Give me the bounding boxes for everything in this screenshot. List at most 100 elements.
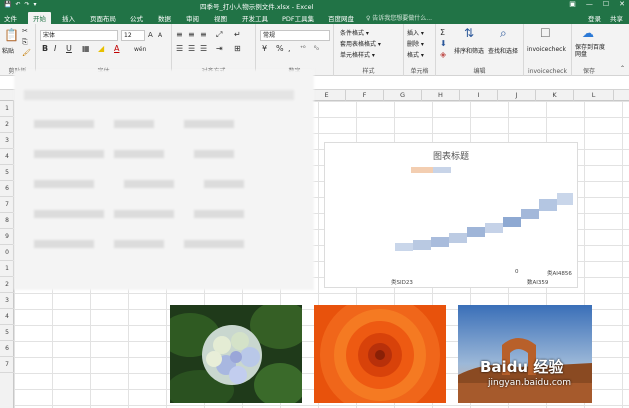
tab-view[interactable]: 视图 [214,13,227,23]
font-size-select[interactable]: 12 [121,30,145,41]
customize-qat-icon[interactable]: ▾ [34,1,37,8]
photo-desert-arch[interactable] [458,305,592,403]
cell-styles-button[interactable]: 单元格样式 ▾ [340,50,375,59]
orientation-icon[interactable]: ⤢ [216,30,222,39]
redo-icon[interactable]: ↷ [25,1,30,8]
tab-insert[interactable]: 插入 [62,13,75,23]
align-left-icon[interactable]: ☰ [176,44,183,53]
border-icon[interactable]: ▦ [82,44,90,53]
row-header[interactable]: 5 [0,165,14,181]
grow-font-icon[interactable]: A [148,31,153,40]
save-icon[interactable]: 💾 [4,1,11,8]
row-header[interactable]: 0 [0,245,14,261]
row-header[interactable]: 6 [0,341,14,357]
photo-chrysanthemum[interactable] [314,305,446,403]
column-header-h[interactable]: H [422,90,460,101]
tab-formulas[interactable]: 公式 [130,13,143,23]
column-header-i[interactable]: I [460,90,498,101]
row-header[interactable]: 1 [0,101,14,117]
font-name-select[interactable]: 宋体 [40,30,118,41]
comma-button[interactable]: , [288,44,291,53]
tab-data[interactable]: 数据 [158,13,171,23]
row-header[interactable]: 5 [0,325,14,341]
collapse-ribbon-icon[interactable]: ⌃ [620,64,625,73]
column-header-l[interactable]: L [574,90,614,101]
tell-me-search[interactable]: ♀ 告诉我您想要做什么... [366,13,432,22]
percent-button[interactable]: % [276,44,284,53]
shrink-font-icon[interactable]: A [158,31,162,40]
invoicecheck-button[interactable]: invoicecheck [527,46,566,53]
paste-icon[interactable]: 📋 [4,28,19,42]
undo-icon[interactable]: ↶ [15,1,20,8]
row-header[interactable]: 3 [0,133,14,149]
row-header[interactable]: 8 [0,213,14,229]
insert-cells-button[interactable]: 插入 ▾ [407,28,424,37]
align-bottom-icon[interactable]: ≡ [200,30,207,39]
italic-button[interactable]: I [54,44,56,53]
column-header-k[interactable]: K [536,90,574,101]
format-cells-button[interactable]: 格式 ▾ [407,50,424,59]
share-button[interactable]: 共享 [610,13,623,23]
format-painter-icon[interactable]: 🖌 [22,49,31,58]
column-header-g[interactable]: G [384,90,422,101]
column-header-j[interactable]: J [498,90,536,101]
align-middle-icon[interactable]: ≡ [188,30,195,39]
invoice-icon[interactable]: ☐ [540,26,551,40]
find-select-icon[interactable]: ⌕ [500,26,507,41]
tab-review[interactable]: 审阅 [186,13,199,23]
row-header[interactable]: 6 [0,181,14,197]
paste-button[interactable]: 粘贴 [2,46,14,55]
format-as-table-button[interactable]: 套用表格格式 ▾ [340,39,381,48]
close-icon[interactable]: ✕ [619,0,625,8]
row-header[interactable]: 7 [0,357,14,373]
tab-file[interactable]: 文件 [4,13,17,23]
merge-center-icon[interactable]: ⊞ [234,44,241,53]
number-format-select[interactable]: 常规 [260,30,330,41]
minimize-icon[interactable]: — [586,0,593,8]
row-header[interactable]: 4 [0,149,14,165]
tab-developer[interactable]: 开发工具 [242,13,268,23]
underline-button[interactable]: U [66,44,72,53]
copy-icon[interactable]: ⎘ [22,38,28,47]
sort-filter-button[interactable]: 排序和筛选 [454,46,484,55]
wrap-text-icon[interactable]: ↵ [234,30,241,39]
tab-home[interactable]: 开始 [28,12,51,24]
bold-button[interactable]: B [42,44,48,53]
autosum-icon[interactable]: Σ [440,28,445,37]
row-header[interactable]: 2 [0,277,14,293]
row-header[interactable]: 3 [0,293,14,309]
conditional-format-button[interactable]: 条件格式 ▾ [340,28,369,37]
font-color-icon[interactable]: A [114,44,119,53]
row-header[interactable]: 1 [0,261,14,277]
align-top-icon[interactable]: ≡ [176,30,183,39]
cut-icon[interactable]: ✂ [22,27,28,36]
tab-baidu-netdisk[interactable]: 百度网盘 [328,13,354,23]
row-header[interactable]: 4 [0,309,14,325]
save-to-baidu-button[interactable]: 保存到百度网盘 [575,44,607,58]
decrease-decimal-icon[interactable]: ⁰₀ [314,44,319,53]
align-right-icon[interactable]: ☰ [200,44,207,53]
maximize-icon[interactable]: ☐ [603,0,609,8]
row-header[interactable]: 7 [0,197,14,213]
find-select-button[interactable]: 查找和选择 [488,46,518,55]
column-header-f[interactable]: F [346,90,384,101]
sign-in-link[interactable]: 登录 [588,13,601,23]
clear-icon[interactable]: ◈ [440,50,446,59]
increase-decimal-icon[interactable]: ⁺⁰ [300,44,306,53]
tab-pdf-tools[interactable]: PDF工具集 [282,13,314,23]
baidu-cloud-icon[interactable]: ☁ [582,26,594,40]
indent-icon[interactable]: ⇥ [216,44,223,53]
fill-icon[interactable]: ⬇ [440,39,447,48]
row-header[interactable]: 9 [0,229,14,245]
tab-page-layout[interactable]: 页面布局 [90,13,116,23]
chart-object[interactable]: 图表标题 0 类AI4856 类SID23 数AI359 [324,142,578,288]
row-header[interactable]: 2 [0,117,14,133]
sort-filter-icon[interactable]: ⇅ [464,26,474,40]
currency-icon[interactable]: ¥ [262,44,267,53]
ribbon-display-icon[interactable]: ▣ [569,0,576,8]
align-center-icon[interactable]: ☰ [188,44,195,53]
delete-cells-button[interactable]: 删除 ▾ [407,39,424,48]
phonetic-icon[interactable]: wén [134,45,146,54]
photo-hydrangea[interactable] [170,305,302,403]
fill-color-icon[interactable]: ◢ [98,44,104,53]
